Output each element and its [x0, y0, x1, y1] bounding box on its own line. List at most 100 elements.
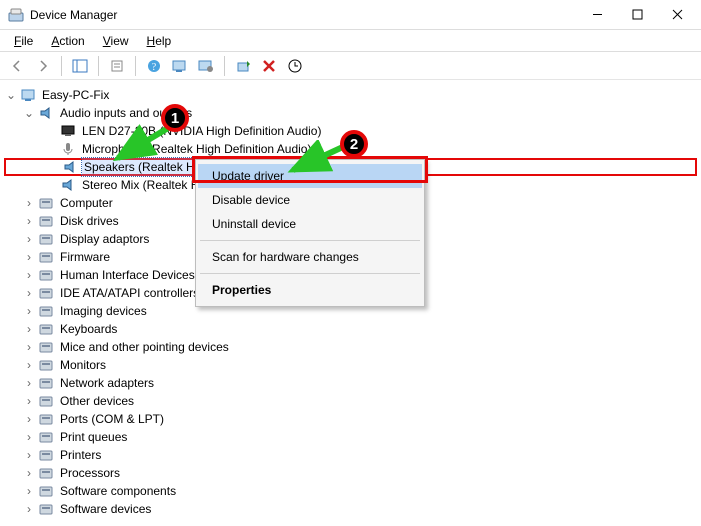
menu-help[interactable]: Help [139, 32, 180, 50]
chevron-right-icon[interactable]: › [22, 304, 36, 318]
tree-category[interactable]: ›Keyboards [4, 320, 697, 338]
chevron-right-icon[interactable]: › [22, 502, 36, 516]
category-label: Printers [58, 446, 103, 464]
category-label: Disk drives [58, 212, 121, 230]
titlebar: Device Manager [0, 0, 701, 30]
category-label: Mice and other pointing devices [58, 338, 231, 356]
category-label: IDE ATA/ATAPI controllers [58, 284, 201, 302]
back-button[interactable] [6, 55, 28, 77]
device-label: Microphone (Realtek High Definition Audi… [80, 140, 313, 158]
ctx-update-driver[interactable]: Update driver [198, 164, 422, 188]
ctx-uninstall-device[interactable]: Uninstall device [198, 212, 422, 236]
menu-file[interactable]: File [6, 32, 41, 50]
speaker-icon [60, 177, 76, 193]
help-button[interactable]: ? [143, 55, 165, 77]
chevron-right-icon[interactable]: › [22, 268, 36, 282]
speaker-icon [38, 105, 54, 121]
tree-device-len[interactable]: LEN D27-20B (NVIDIA High Definition Audi… [4, 122, 697, 140]
chevron-right-icon[interactable]: › [22, 448, 36, 462]
chevron-right-icon[interactable]: › [22, 376, 36, 390]
scan-hardware-button[interactable] [232, 55, 254, 77]
view-resources-button[interactable] [195, 55, 217, 77]
chevron-down-icon[interactable]: ⌄ [22, 106, 36, 120]
computer-icon [20, 87, 36, 103]
window-title: Device Manager [30, 8, 577, 22]
app-icon [8, 7, 24, 23]
tree-root[interactable]: ⌄ Easy-PC-Fix [4, 86, 697, 104]
window-controls [577, 1, 697, 29]
update-driver-button[interactable] [284, 55, 306, 77]
menu-action[interactable]: Action [43, 32, 92, 50]
tree-category[interactable]: › Printers [4, 446, 697, 464]
chevron-right-icon[interactable]: › [22, 430, 36, 444]
close-button[interactable] [657, 1, 697, 29]
chevron-right-icon[interactable]: › [22, 412, 36, 426]
tree-category[interactable]: ›Processors [4, 464, 697, 482]
tree-device-microphone[interactable]: Microphone (Realtek High Definition Audi… [4, 140, 697, 158]
speaker-icon [62, 159, 78, 175]
toolbar-separator [135, 56, 136, 76]
software-component-icon [38, 483, 54, 499]
svg-text:?: ? [152, 62, 157, 73]
tree-category[interactable]: › Mice and other pointing devices [4, 338, 697, 356]
category-label: Software components [58, 482, 178, 500]
keyboard-icon [38, 321, 54, 337]
monitor-icon [38, 357, 54, 373]
category-label: Software devices [58, 500, 153, 518]
tree-root-label: Easy-PC-Fix [40, 86, 111, 104]
minimize-button[interactable] [577, 1, 617, 29]
chevron-right-icon[interactable]: › [22, 232, 36, 246]
chevron-right-icon[interactable]: › [22, 196, 36, 210]
microphone-icon [60, 141, 76, 157]
chevron-right-icon[interactable]: › [22, 358, 36, 372]
tree-category[interactable]: › Software devices [4, 500, 697, 518]
tree-category[interactable]: › Ports (COM & LPT) [4, 410, 697, 428]
properties-button[interactable] [106, 55, 128, 77]
toolbar-separator [224, 56, 225, 76]
ctx-disable-device[interactable]: Disable device [198, 188, 422, 212]
ctx-properties[interactable]: Properties [198, 278, 422, 302]
show-hide-button[interactable] [69, 55, 91, 77]
display-icon [38, 231, 54, 247]
category-label: Monitors [58, 356, 108, 374]
menu-view[interactable]: View [95, 32, 137, 50]
chevron-right-icon[interactable]: › [22, 322, 36, 336]
ctx-scan-hardware[interactable]: Scan for hardware changes [198, 245, 422, 269]
toolbar-separator [98, 56, 99, 76]
tree-category[interactable]: › Monitors [4, 356, 697, 374]
chevron-right-icon[interactable]: › [22, 250, 36, 264]
tree-category[interactable]: ›Other devices [4, 392, 697, 410]
chevron-right-icon[interactable]: › [22, 340, 36, 354]
software-device-icon [38, 501, 54, 517]
tree-category[interactable]: › Software components [4, 482, 697, 500]
chevron-right-icon[interactable]: › [22, 286, 36, 300]
chevron-down-icon[interactable]: ⌄ [4, 88, 18, 102]
forward-button[interactable] [32, 55, 54, 77]
toolbar-separator [61, 56, 62, 76]
context-menu: Update driver Disable device Uninstall d… [195, 159, 425, 307]
mouse-icon [38, 339, 54, 355]
tree-category[interactable]: ›Network adapters [4, 374, 697, 392]
uninstall-device-button[interactable] [258, 55, 280, 77]
chevron-right-icon[interactable]: › [22, 394, 36, 408]
ctx-separator [200, 273, 420, 274]
device-label: LEN D27-20B (NVIDIA High Definition Audi… [80, 122, 323, 140]
category-label: Imaging devices [58, 302, 149, 320]
chevron-right-icon[interactable]: › [22, 214, 36, 228]
maximize-button[interactable] [617, 1, 657, 29]
menubar: File Action View Help [0, 30, 701, 52]
category-label: Computer [58, 194, 115, 212]
chevron-right-icon[interactable]: › [22, 484, 36, 498]
category-label: Ports (COM & LPT) [58, 410, 166, 428]
cpu-icon [38, 465, 54, 481]
view-devices-button[interactable] [169, 55, 191, 77]
category-label: Display adaptors [58, 230, 151, 248]
printer-icon [38, 447, 54, 463]
category-label: Human Interface Devices [58, 266, 197, 284]
monitor-icon [60, 123, 76, 139]
tree-category[interactable]: ›Print queues [4, 428, 697, 446]
ide-icon [38, 285, 54, 301]
chevron-right-icon[interactable]: › [22, 466, 36, 480]
ctx-separator [200, 240, 420, 241]
tree-category-audio[interactable]: ⌄ Audio inputs and outputs [4, 104, 697, 122]
